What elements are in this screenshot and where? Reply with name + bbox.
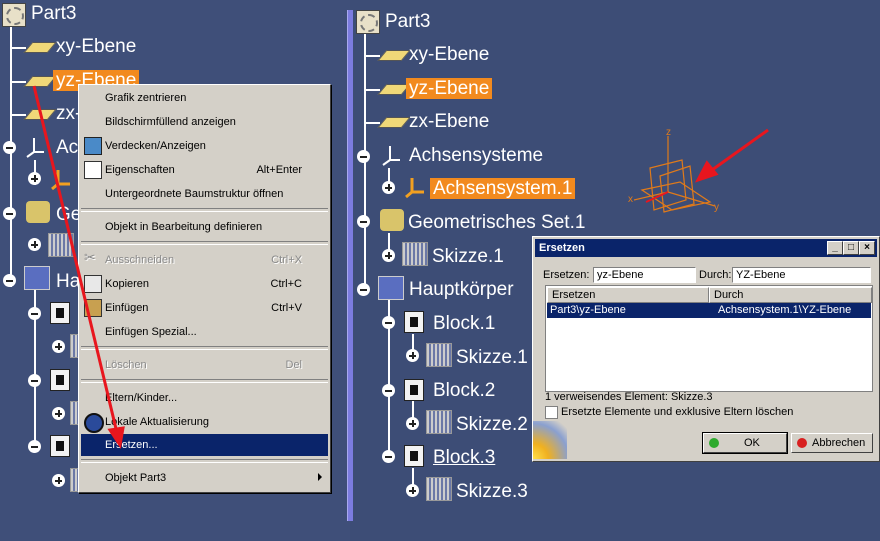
replace-input[interactable]: yz-Ebene xyxy=(593,267,696,283)
close-button[interactable]: × xyxy=(859,241,875,255)
cancel-label: Abbrechen xyxy=(812,437,866,449)
cell-replace: Part3\yz-Ebene xyxy=(550,304,626,316)
ok-icon xyxy=(709,438,719,448)
dialog-title-bar[interactable]: Ersetzen _ □ × xyxy=(535,239,877,257)
cell-with: Achsensystem.1\YZ-Ebene xyxy=(718,304,852,316)
cancel-icon xyxy=(797,438,807,448)
catia-logo xyxy=(533,421,567,459)
column-header-replace[interactable]: Ersetzen xyxy=(547,287,709,303)
checkbox-label: Ersetzte Elemente und exklusive Eltern l… xyxy=(561,406,794,418)
replace-list[interactable]: Ersetzen Durch Part3\yz-Ebene Achsensyst… xyxy=(545,285,873,392)
replace-label: Ersetzen: xyxy=(543,269,590,281)
ok-button[interactable]: OK xyxy=(702,432,788,454)
annotation-arrow xyxy=(32,85,119,434)
annotation-arrow xyxy=(711,128,769,172)
column-header-with[interactable]: Durch xyxy=(709,287,872,303)
ok-label: OK xyxy=(744,437,760,449)
dialog-title: Ersetzen xyxy=(539,242,585,254)
with-label: Durch: xyxy=(699,269,732,281)
replace-dialog: Ersetzen _ □ × Ersetzen: yz-Ebene Durch:… xyxy=(532,236,880,462)
arrow-head xyxy=(107,426,125,449)
minimize-button[interactable]: _ xyxy=(827,241,843,255)
reference-info: 1 verweisendes Element: Skizze.3 xyxy=(545,391,713,403)
table-row[interactable]: Part3\yz-Ebene Achsensystem.1\YZ-Ebene xyxy=(547,303,871,318)
with-input[interactable]: YZ-Ebene xyxy=(732,267,871,283)
maximize-button[interactable]: □ xyxy=(843,241,859,255)
arrow-head xyxy=(694,160,719,183)
delete-replaced-checkbox[interactable] xyxy=(545,406,558,419)
cancel-button[interactable]: Abbrechen xyxy=(791,433,873,453)
